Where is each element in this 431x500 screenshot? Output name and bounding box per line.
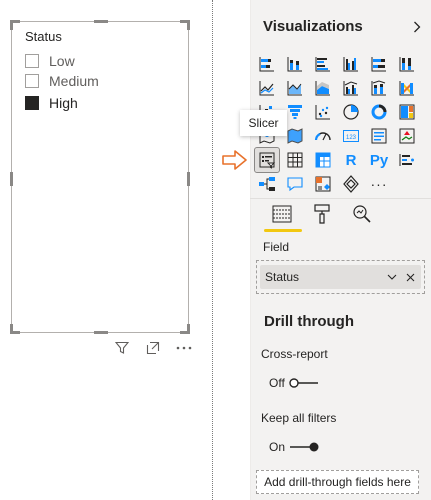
cross-report-toggle[interactable]: Off [269, 374, 319, 392]
keep-filters-label: Keep all filters [261, 411, 337, 425]
power-apps-icon[interactable] [339, 172, 363, 196]
slicer-header: Status [25, 29, 62, 44]
resize-handle[interactable] [10, 172, 13, 186]
field-well-label: Field [263, 240, 290, 254]
resize-handle[interactable] [10, 20, 13, 30]
table-icon[interactable] [283, 148, 307, 172]
toggle-state-label: Off [269, 376, 285, 390]
slicer-option-label: Low [49, 53, 75, 69]
add-drill-through-fields-well[interactable]: Add drill-through fields here [256, 470, 419, 494]
slicer-option-label: Medium [49, 73, 99, 89]
r-visual-icon[interactable]: R [339, 148, 363, 172]
clustered-bar-icon[interactable] [311, 52, 335, 76]
area-chart-icon[interactable] [283, 76, 307, 100]
python-visual-label: Py [369, 151, 389, 169]
svg-text:123: 123 [346, 135, 357, 141]
more-visuals-icon[interactable]: ··· [367, 172, 391, 196]
visual-header-toolbar [113, 340, 193, 356]
scatter-icon[interactable] [311, 100, 335, 124]
treemap-icon[interactable] [395, 100, 419, 124]
field-pill-label: Status [265, 270, 300, 284]
line-stacked-column-icon[interactable] [367, 76, 391, 100]
qa-icon[interactable] [283, 172, 307, 196]
clustered-column-icon[interactable] [339, 52, 363, 76]
visualizations-pane: Visualizations 123 R Py ··· Field Drill … [250, 0, 431, 500]
100-stacked-bar-icon[interactable] [367, 52, 391, 76]
slicer-option-low[interactable]: Low [25, 52, 75, 70]
pie-chart-icon[interactable] [339, 100, 363, 124]
focus-mode-icon[interactable] [144, 340, 162, 356]
checkbox[interactable] [25, 74, 39, 88]
active-tab-indicator [264, 229, 302, 232]
pane-title: Visualizations [263, 18, 363, 35]
analytics-tab-icon[interactable] [342, 200, 382, 228]
arrow-right-icon [222, 150, 247, 170]
close-icon[interactable] [403, 269, 417, 285]
slicer-option-medium[interactable]: Medium [25, 72, 99, 90]
ribbon-chart-icon[interactable] [395, 76, 419, 100]
status-slicer-visual[interactable]: Status Low Medium High [10, 20, 190, 334]
100-stacked-column-icon[interactable] [395, 52, 419, 76]
toggle-state-label: On [269, 440, 286, 454]
toggle-on-icon [290, 442, 319, 452]
slicer-option-label: High [49, 95, 78, 111]
r-visual-label: R [345, 151, 357, 169]
gauge-icon[interactable] [311, 124, 335, 148]
resize-handle[interactable] [187, 172, 190, 186]
pane-divider [250, 198, 431, 199]
slicer-tooltip: Slicer [240, 110, 287, 136]
canvas-divider [212, 0, 213, 500]
drill-through-title: Drill through [264, 313, 354, 330]
card-icon[interactable]: 123 [339, 124, 363, 148]
slicer-icon[interactable] [254, 147, 280, 173]
matrix-icon[interactable] [311, 148, 335, 172]
smart-narrative-icon[interactable] [311, 172, 335, 196]
slicer-option-high[interactable]: High [25, 94, 78, 112]
resize-handle[interactable] [94, 20, 108, 23]
stacked-area-icon[interactable] [311, 76, 335, 100]
field-well[interactable]: Status [256, 260, 425, 294]
more-options-icon[interactable] [175, 340, 193, 356]
kpi-icon[interactable] [395, 124, 419, 148]
filter-icon[interactable] [113, 340, 131, 356]
format-tab-icon[interactable] [302, 200, 342, 228]
key-influencers-icon[interactable] [395, 148, 419, 172]
more-visuals-label: ··· [370, 176, 388, 192]
line-clustered-column-icon[interactable] [339, 76, 363, 100]
checkbox-checked[interactable] [25, 96, 39, 110]
python-visual-icon[interactable]: Py [367, 148, 391, 172]
keep-filters-toggle[interactable]: On [269, 438, 319, 456]
chevron-down-icon[interactable] [385, 269, 399, 285]
resize-handle[interactable] [187, 324, 190, 334]
chevron-right-icon[interactable] [410, 18, 424, 36]
decomposition-tree-icon[interactable] [255, 172, 279, 196]
field-pill[interactable]: Status [260, 265, 421, 289]
checkbox[interactable] [25, 54, 39, 68]
stacked-column-icon[interactable] [283, 52, 307, 76]
resize-handle[interactable] [187, 20, 190, 30]
toggle-off-icon [289, 378, 318, 388]
stacked-bar-icon[interactable] [255, 52, 279, 76]
report-canvas[interactable]: Status Low Medium High [0, 0, 212, 500]
cross-report-label: Cross-report [261, 347, 328, 361]
line-chart-icon[interactable] [255, 76, 279, 100]
resize-handle[interactable] [94, 331, 108, 334]
resize-handle[interactable] [10, 324, 13, 334]
multi-row-card-icon[interactable] [367, 124, 391, 148]
fields-tab-icon[interactable] [262, 200, 302, 228]
donut-chart-icon[interactable] [367, 100, 391, 124]
pane-tabs [262, 200, 382, 232]
